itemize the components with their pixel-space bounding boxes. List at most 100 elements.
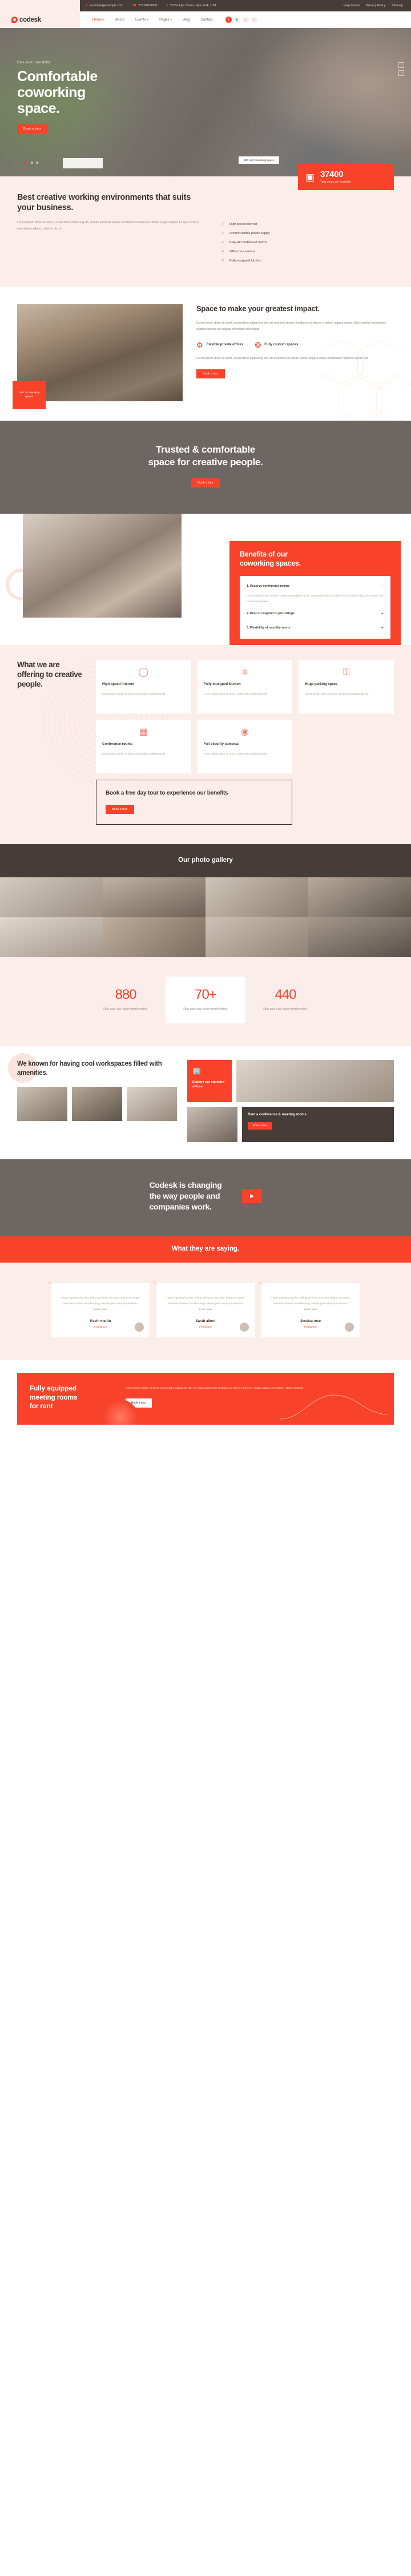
- gallery-item[interactable]: [0, 877, 103, 917]
- nav-item-pages[interactable]: Pages ▾: [159, 18, 172, 22]
- kitchen-tray-icon: ⎈: [241, 667, 249, 677]
- minus-icon[interactable]: −: [381, 583, 384, 588]
- dribbble-icon[interactable]: ●: [251, 17, 257, 23]
- play-icon[interactable]: ▶: [242, 1189, 262, 1204]
- benefits-line2: coworking spaces.: [240, 559, 301, 567]
- gallery-item[interactable]: [103, 877, 206, 917]
- nav-item-contact[interactable]: Contact: [200, 18, 212, 22]
- impact-section: Over 20 coworking spaces Space to make y…: [0, 287, 411, 421]
- offering-card-4-title: Conference rooms: [102, 742, 133, 746]
- counter-3-label: Duis aute irure dolor reprehenderit.: [263, 1007, 308, 1011]
- plus-icon[interactable]: +: [381, 611, 384, 616]
- gallery-item[interactable]: [206, 917, 308, 957]
- impact-book-tour-button[interactable]: Book a tour: [196, 369, 225, 379]
- final-cta-line3: for rent: [30, 1402, 53, 1410]
- plus-icon[interactable]: +: [381, 625, 384, 630]
- counter-2-label: Duis aute irure dolor reprehenderit.: [183, 1007, 228, 1011]
- check-icon: ✓: [221, 259, 225, 263]
- amenities-photos: [17, 1087, 178, 1122]
- topbar-link-privacy[interactable]: Privacy Policy: [366, 4, 386, 7]
- brand-logo[interactable]: codesk: [11, 17, 41, 23]
- accordion-item-1[interactable]: 1. Reserve conference rooms −: [247, 581, 384, 591]
- rent-rooms-button[interactable]: Book a tour: [248, 1122, 272, 1130]
- hero-dot-2[interactable]: [31, 162, 33, 164]
- offering-card-parking[interactable]: ⚿ Huge parking space Lorem ipsum dolor s…: [299, 659, 394, 713]
- twitter-icon[interactable]: 🐦: [233, 17, 240, 23]
- hero-dot-3[interactable]: [36, 162, 38, 164]
- testimonials-band: What they are saying.: [0, 1236, 411, 1263]
- offering-card-3-title: Huge parking space: [305, 682, 338, 686]
- video-line2: the way people and: [149, 1191, 220, 1201]
- trusted-book-tour-button[interactable]: Book a tour: [191, 478, 220, 487]
- testimonial-1-quote: I was impresed by the moling services, n…: [61, 1297, 140, 1312]
- rent-rooms-card: Rent a conference & meeting rooms Book a…: [242, 1107, 394, 1143]
- hero-content: Duis aute irure dolor Comfortable cowork…: [17, 61, 98, 134]
- offering-card-2-text: Lorem ipsum dolor sit amet, consectetur …: [203, 692, 268, 695]
- seats-counter-label: Total seats are available: [320, 180, 351, 184]
- nav-item-events[interactable]: Events ▾: [135, 18, 148, 22]
- topbar-email[interactable]: ✉ example@example.com: [86, 4, 123, 7]
- final-cta-line1: Fully equipped: [30, 1384, 76, 1393]
- amenities-right: 🏢 Explore our standard offices Rent a co…: [187, 1060, 394, 1143]
- final-cta-heading: Fully equipped meeting rooms for rent: [30, 1384, 115, 1411]
- envelope-icon: ✉: [86, 4, 89, 7]
- accordion-item-2[interactable]: 2. Post or respond to job listings +: [247, 608, 384, 618]
- instagram-icon[interactable]: ◎: [242, 17, 249, 23]
- topbar-link-help[interactable]: Help Center: [344, 4, 360, 7]
- hexagon-pattern-decor: [320, 340, 411, 421]
- coworking-seats-icon: ▣: [305, 171, 315, 183]
- hero-arrow-down-icon[interactable]: ›: [398, 70, 404, 76]
- gallery-item[interactable]: [206, 877, 308, 917]
- topbar-link-sitemap[interactable]: Sitemap: [392, 4, 403, 7]
- nav-item-home[interactable]: Home ▾: [92, 18, 104, 22]
- avatar: [345, 1323, 354, 1332]
- hero-title-line2: coworking: [17, 84, 86, 100]
- seats-counter-number: 37400: [320, 170, 344, 179]
- logo-container[interactable]: codesk: [0, 11, 80, 28]
- accordion-item-3[interactable]: 3. Flexibility of monthly terms +: [247, 623, 384, 632]
- counter-3-number: 440: [275, 986, 296, 1002]
- benefits-accordion: 1. Reserve conference rooms − Lorem ipsu…: [240, 576, 390, 639]
- trusted-line1: Trusted & comfortable: [155, 444, 256, 455]
- offering-card-kitchen[interactable]: ⎈ Fully equipped kitchen Lorem ipsum dol…: [197, 659, 293, 713]
- check-icon: ✓: [221, 250, 225, 253]
- impact-image-wrap: Over 20 coworking spaces: [13, 304, 183, 409]
- trusted-band: Trusted & comfortable space for creative…: [0, 421, 411, 514]
- amenities-photo-large: [236, 1060, 394, 1103]
- counter-2-number: 70+: [195, 986, 217, 1002]
- counter-3: 440 Duis aute irure dolor reprehenderit.: [245, 977, 325, 1024]
- offering-card-security[interactable]: ◉ Full security cameras Lorem ipsum dolo…: [197, 719, 293, 773]
- checklist-item-2: ✓ Uninterruptible power supply: [221, 231, 270, 236]
- benefits-photo: [23, 513, 182, 618]
- hero-dot-1[interactable]: [26, 162, 28, 164]
- hero-title: Comfortable coworking space.: [17, 68, 98, 116]
- gallery-item[interactable]: [308, 877, 411, 917]
- gallery-item[interactable]: [103, 917, 206, 957]
- counter-2: 70+ Duis aute irure dolor reprehenderit.: [166, 976, 245, 1024]
- hero-slider-dots: [26, 162, 38, 164]
- accordion-item-1-title: 1. Reserve conference rooms: [247, 584, 290, 588]
- amenity-photo: [17, 1087, 67, 1122]
- nav-item-about[interactable]: About: [115, 18, 124, 22]
- amenities-top-row: 🏢 Explore our standard offices: [187, 1060, 394, 1103]
- explore-offices-card[interactable]: 🏢 Explore our standard offices: [187, 1060, 232, 1103]
- offering-card-internet[interactable]: ◯ High speed internet Lorem ipsum dolor …: [96, 659, 191, 713]
- hero-book-tour-button[interactable]: Book a tour: [17, 124, 47, 134]
- hero-arrow-up-icon[interactable]: ‹: [398, 62, 404, 68]
- gallery-item[interactable]: [0, 917, 103, 957]
- topbar-left-spacer: [0, 0, 80, 11]
- hero-thumbnail[interactable]: [63, 158, 103, 168]
- benefits-line1: Benefits of our: [240, 550, 288, 558]
- nav-item-blog[interactable]: Blog: [183, 18, 190, 22]
- topbar-phone[interactable]: ☎ 777 888 0000: [132, 4, 158, 7]
- hero-title-line3: space.: [17, 100, 60, 116]
- nav-links: Home ▾ About Events ▾ Pages ▾ Blog Contact: [92, 18, 213, 22]
- offering-card-conference[interactable]: ▦ Conference rooms Lorem ipsum dolor sit…: [96, 719, 191, 773]
- video-heading: Codesk is changing the way people and co…: [150, 1180, 222, 1212]
- offering-cta-button[interactable]: Book a tour: [106, 804, 134, 814]
- gallery-grid: [0, 877, 411, 957]
- facebook-icon[interactable]: f: [225, 17, 232, 23]
- gallery-item[interactable]: [308, 917, 411, 957]
- page-root: ✉ example@example.com ☎ 777 888 0000 ● 2…: [0, 0, 411, 1445]
- accordion-item-2-title: 2. Post or respond to job listings: [247, 611, 295, 615]
